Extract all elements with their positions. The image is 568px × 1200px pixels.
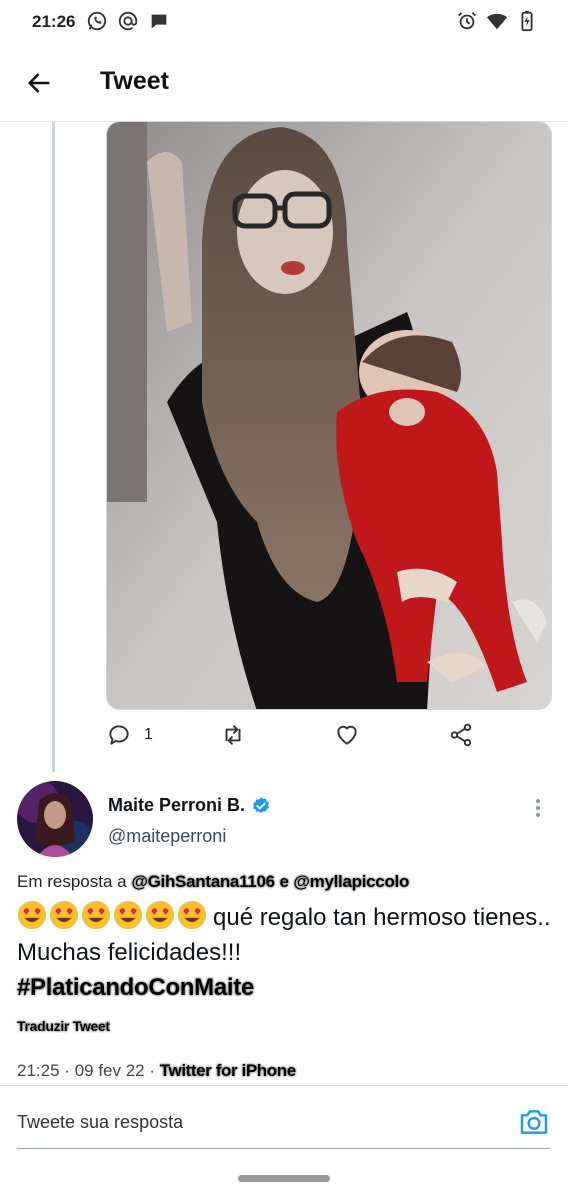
reply-icon [109,725,129,745]
heart-eyes-emoji-icon [49,900,79,930]
mention-link[interactable]: @myllapiccolo [293,872,409,891]
reply-composer: Tweete sua resposta [0,1085,568,1157]
tweet-action-bar: 1 [106,722,552,756]
heart-icon [337,725,357,745]
tweet-photo[interactable] [106,121,552,710]
tweet-body: qué regalo tan hermoso tienes.. Muchas f… [17,900,557,1005]
reply-input-underline [17,1148,550,1149]
author-name[interactable]: Maite Perroni B. [108,795,245,816]
status-bar: 21:26 [0,0,568,44]
author-handle[interactable]: @maiteperroni [108,826,226,847]
tweet-date: 09 fev 22 [74,1061,145,1080]
tweet-author: Maite Perroni B. @maiteperroni [0,781,568,861]
reply-input[interactable]: Tweete sua resposta [17,1112,183,1133]
share-button[interactable] [448,722,474,748]
camera-icon[interactable] [518,1106,550,1138]
arrow-left-icon [28,73,50,93]
tweet-meta: 21:25 · 09 fev 22 · Twitter for iPhone [17,1061,296,1081]
reply-conjunction: e [279,872,289,891]
reply-count: 1 [144,726,153,743]
share-icon [450,723,472,747]
avatar-image [17,781,93,857]
author-name-line: Maite Perroni B. [108,795,271,816]
status-time: 21:26 [32,12,76,31]
at-icon [118,11,138,31]
heart-eyes-emoji-icon [17,900,47,930]
whatsapp-icon [87,11,107,31]
tweet-time: 21:25 [17,1061,60,1080]
emoji-row [17,900,207,930]
alarm-icon [458,12,476,30]
meta-separator: · [64,1061,70,1080]
system-icons [456,10,538,32]
heart-eyes-emoji-icon [177,900,207,930]
heart-eyes-emoji-icon [113,900,143,930]
reply-context: Em resposta a @GihSantana1106 e @myllapi… [17,872,409,892]
chat-bubble-icon [151,14,167,29]
page-title: Tweet [100,67,169,95]
like-button[interactable] [334,722,360,748]
retweet-icon [225,725,241,745]
avatar[interactable] [17,781,93,857]
heart-eyes-emoji-icon [145,900,175,930]
hashtag-link[interactable]: #PlaticandoConMaite [17,974,254,1001]
tweet-source-link[interactable]: Twitter for iPhone [160,1061,296,1080]
back-button[interactable] [22,66,56,100]
notification-icons [86,10,170,32]
mention-link[interactable]: @GihSantana1106 [131,872,275,891]
reply-prefix: Em resposta a [17,872,127,891]
translate-tweet-link[interactable]: Traduzir Tweet [17,1018,110,1034]
photo-image [107,122,551,709]
thread-connector-line [52,122,55,772]
verified-badge-icon [253,796,269,813]
heart-eyes-emoji-icon [81,900,111,930]
retweet-button[interactable] [220,722,246,748]
home-indicator[interactable] [238,1175,330,1182]
meta-separator: · [149,1061,156,1080]
wifi-icon [486,13,508,30]
app-header: Tweet [0,44,568,122]
more-options-icon[interactable] [530,795,546,821]
battery-charging-icon [521,10,533,32]
reply-button[interactable]: 1 [106,722,153,748]
